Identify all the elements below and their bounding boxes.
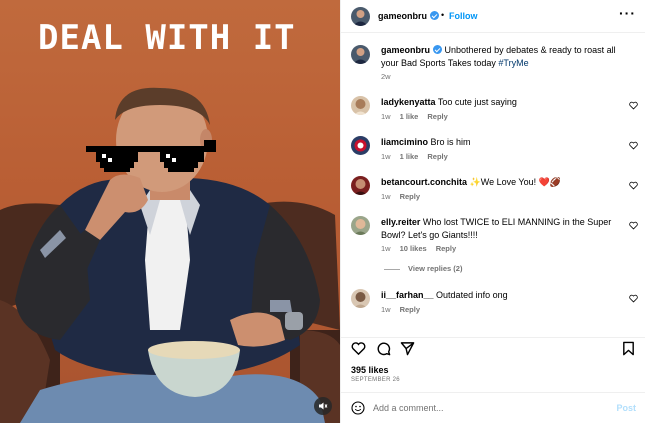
emoji-icon[interactable] <box>351 401 365 415</box>
caption-hashtag[interactable]: #TryMe <box>498 58 528 68</box>
comment-icon[interactable] <box>376 341 391 356</box>
commenter-avatar[interactable] <box>351 176 370 195</box>
comment-username[interactable]: elly.reiter <box>381 217 420 227</box>
mute-button[interactable] <box>314 397 332 415</box>
reply-button[interactable]: Reply <box>427 152 447 161</box>
post-header: gameonbru • Follow ··· <box>341 0 645 33</box>
post-actions <box>341 337 645 357</box>
comment-text: Too cute just saying <box>437 97 517 107</box>
heart-icon[interactable] <box>629 181 638 190</box>
caption-avatar[interactable] <box>351 45 370 64</box>
comment-likes[interactable]: 10 likes <box>400 244 427 253</box>
heart-icon[interactable] <box>629 294 638 303</box>
comment-text: Bro is him <box>430 137 471 147</box>
comment-text: Outdated info ong <box>436 290 508 300</box>
reply-button[interactable]: Reply <box>400 192 420 201</box>
reply-button[interactable]: Reply <box>427 112 447 121</box>
comments-list[interactable]: gameonbru Unbothered by debates & ready … <box>341 34 645 326</box>
author-avatar[interactable] <box>351 7 370 26</box>
view-replies-button[interactable]: View replies (2) <box>384 264 462 273</box>
heart-icon[interactable] <box>629 221 638 230</box>
commenter-avatar[interactable] <box>351 216 370 235</box>
separator-dot: • <box>441 10 445 20</box>
comment-time: 1w <box>381 192 391 201</box>
post-comment-button[interactable]: Post <box>616 403 636 413</box>
comment-username[interactable]: ii__farhan__ <box>381 290 434 300</box>
comment-username[interactable]: betancourt.conchita <box>381 177 467 187</box>
media-photo <box>0 87 340 423</box>
reply-button[interactable]: Reply <box>436 244 456 253</box>
verified-badge-icon <box>430 11 440 20</box>
comment-likes[interactable]: 1 like <box>400 152 419 161</box>
post-media[interactable]: DEAL WITH IT <box>0 0 340 423</box>
comment-username[interactable]: liamcimino <box>381 137 428 147</box>
author-username[interactable]: gameonbru <box>378 11 440 21</box>
follow-button[interactable]: Follow <box>449 11 478 21</box>
comment-time: 1w <box>381 152 391 161</box>
comment-time: 1w <box>381 112 391 121</box>
commenter-avatar[interactable] <box>351 289 370 308</box>
heart-icon[interactable] <box>351 341 366 356</box>
speaker-mute-icon <box>319 402 328 410</box>
heart-icon[interactable] <box>629 141 638 150</box>
heart-icon[interactable] <box>629 101 638 110</box>
replies-divider <box>384 268 400 270</box>
send-icon[interactable] <box>400 341 415 356</box>
caption-username[interactable]: gameonbru <box>381 45 430 55</box>
more-icon[interactable]: ··· <box>619 6 636 20</box>
comment-likes[interactable]: 1 like <box>400 112 419 121</box>
comment-time: 1w <box>381 305 391 314</box>
post-side-panel: gameonbru • Follow ··· gameonbru Unbothe… <box>340 0 645 423</box>
comment-text: ✨We Love You! ❤️🏈 <box>469 177 562 187</box>
bookmark-icon[interactable] <box>621 341 636 356</box>
comment-time: 1w <box>381 244 391 253</box>
commenter-avatar[interactable] <box>351 136 370 155</box>
verified-badge-icon <box>433 45 443 54</box>
comment-input[interactable] <box>373 401 603 415</box>
add-comment-bar: Post <box>341 392 645 423</box>
likes-count[interactable]: 395 likes <box>351 365 389 375</box>
reply-button[interactable]: Reply <box>400 305 420 314</box>
caption-time: 2w <box>381 72 391 81</box>
commenter-avatar[interactable] <box>351 96 370 115</box>
comment-username[interactable]: ladykenyatta <box>381 97 436 107</box>
post-date[interactable]: SEPTEMBER 26 <box>351 377 400 383</box>
